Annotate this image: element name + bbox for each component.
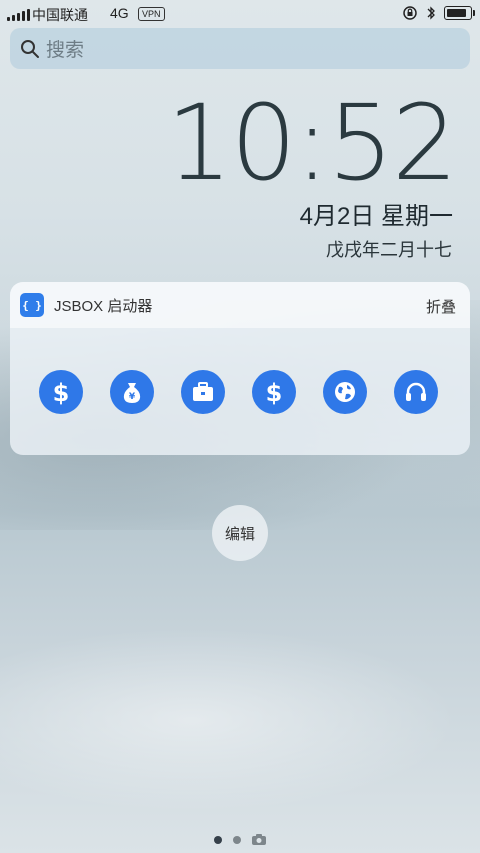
svg-text:$: $ bbox=[266, 379, 283, 405]
battery-fill bbox=[447, 9, 466, 17]
page-indicator[interactable] bbox=[0, 834, 480, 845]
shortcut-briefcase[interactable] bbox=[181, 370, 225, 414]
jsbox-widget: { } JSBOX 启动器 折叠 $ ¥ $ bbox=[10, 282, 470, 455]
edit-widgets-button[interactable]: 编辑 bbox=[212, 505, 268, 561]
bluetooth-icon bbox=[427, 6, 435, 20]
search-placeholder: 搜索 bbox=[46, 40, 85, 61]
collapse-button[interactable]: 折叠 bbox=[426, 296, 456, 317]
background-cloud bbox=[0, 620, 480, 820]
shortcut-dollar-1[interactable]: $ bbox=[39, 370, 83, 414]
status-bar: 中国联通 4G VPN bbox=[0, 0, 480, 28]
money-bag-icon: ¥ bbox=[123, 383, 141, 403]
rotation-lock-icon bbox=[403, 6, 417, 20]
globe-icon bbox=[335, 382, 355, 402]
camera-icon[interactable] bbox=[252, 834, 266, 845]
dollar-icon: $ bbox=[53, 379, 70, 405]
shortcut-headphones[interactable] bbox=[394, 370, 438, 414]
widget-header: { } JSBOX 启动器 折叠 bbox=[10, 282, 470, 328]
svg-text:¥: ¥ bbox=[129, 392, 136, 402]
lock-time: 10:52 bbox=[166, 82, 458, 204]
shortcut-dollar-2[interactable]: $ bbox=[252, 370, 296, 414]
jsbox-app-icon: { } bbox=[20, 293, 44, 317]
headphones-icon bbox=[406, 382, 426, 401]
network-type: 4G bbox=[110, 5, 129, 21]
vpn-badge: VPN bbox=[138, 7, 165, 21]
search-bar[interactable]: 搜索 bbox=[10, 28, 470, 69]
shortcut-row: $ ¥ $ bbox=[39, 370, 438, 414]
briefcase-icon bbox=[193, 382, 213, 401]
battery-icon bbox=[444, 6, 475, 20]
lock-date: 4月2日 星期一 bbox=[299, 203, 453, 230]
page-dot-1[interactable] bbox=[214, 835, 222, 844]
search-icon bbox=[21, 39, 39, 58]
shortcut-globe[interactable] bbox=[323, 370, 367, 414]
widget-title: JSBOX 启动器 bbox=[54, 297, 153, 315]
shortcut-money-bag[interactable]: ¥ bbox=[110, 370, 154, 414]
signal-icon bbox=[7, 9, 30, 21]
dollar-icon: $ bbox=[266, 379, 283, 405]
lunar-date: 戊戌年二月十七 bbox=[326, 240, 452, 260]
svg-text:$: $ bbox=[53, 379, 70, 405]
carrier-name: 中国联通 bbox=[32, 7, 88, 23]
page-dot-2[interactable] bbox=[233, 835, 241, 844]
